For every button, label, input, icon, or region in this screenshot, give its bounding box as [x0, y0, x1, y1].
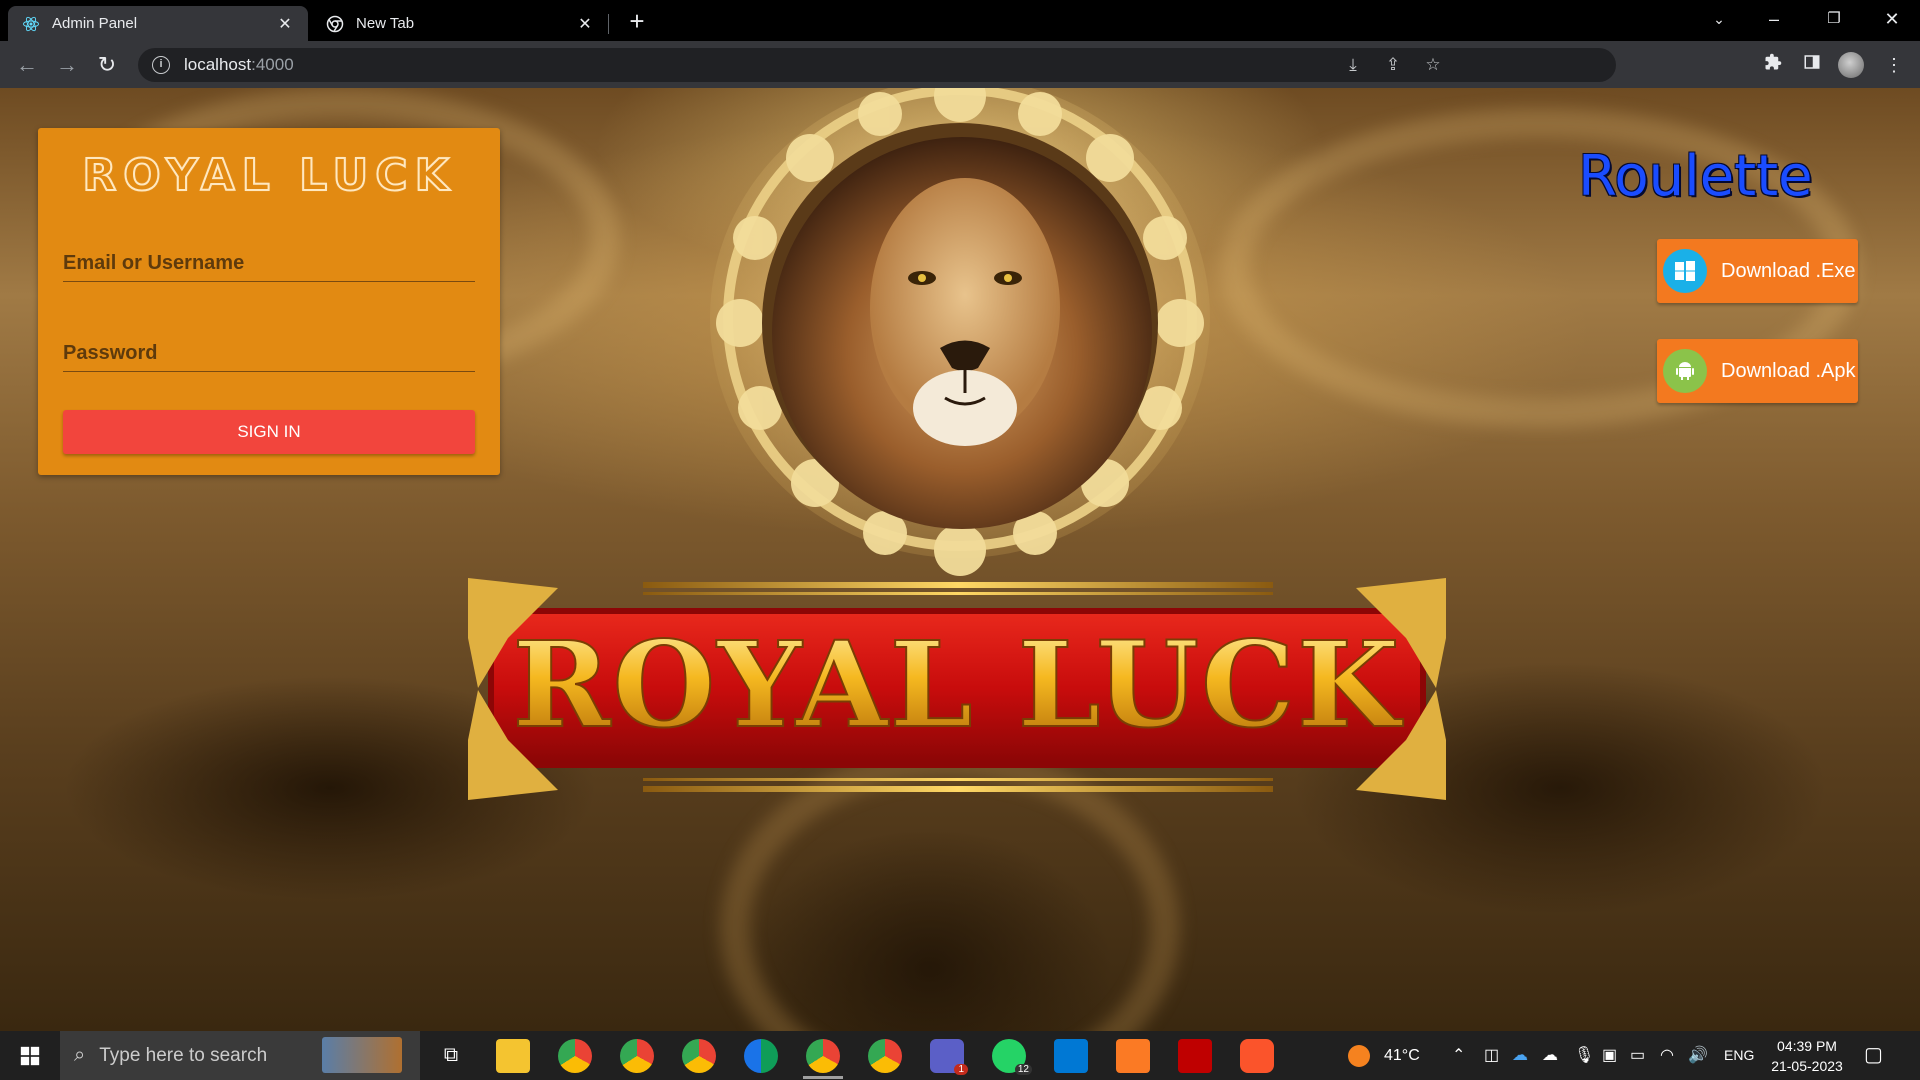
- back-arrow-icon[interactable]: ←: [12, 50, 42, 80]
- login-brand-title: ROYAL LUCK: [81, 149, 456, 202]
- lion-medallion-image: [710, 88, 1210, 576]
- sign-in-button[interactable]: SIGN IN: [63, 410, 475, 454]
- window-close-button[interactable]: ✕: [1864, 0, 1920, 41]
- chrome-profile-icon[interactable]: [620, 1039, 654, 1073]
- page-background: ROYAL LUCK SIGN IN: [0, 88, 1920, 1031]
- menu-kebab-icon[interactable]: ⋮: [1879, 50, 1909, 80]
- chrome-profile-icon[interactable]: [868, 1039, 902, 1073]
- clock[interactable]: 04:39 PM 21-05-2023: [1770, 1033, 1844, 1076]
- filezilla-icon[interactable]: [1178, 1039, 1212, 1073]
- tab-title: New Tab: [356, 15, 415, 32]
- file-explorer-icon[interactable]: [496, 1039, 530, 1073]
- royal-luck-banner: ROYAL LUCK: [468, 578, 1446, 800]
- weather-temperature[interactable]: 41°C: [1384, 1031, 1420, 1080]
- display-icon[interactable]: ▣: [1602, 1031, 1617, 1080]
- download-apk-label: Download .Apk: [1721, 359, 1856, 382]
- chrome-icon: [326, 15, 344, 33]
- clock-date: 21-05-2023: [1771, 1058, 1843, 1074]
- minimize-button[interactable]: –: [1746, 0, 1802, 41]
- tab-title: Admin Panel: [52, 15, 138, 32]
- teams-badge: 1: [954, 1064, 968, 1075]
- tab-separator: [608, 14, 609, 34]
- tab-search-icon[interactable]: ⌄: [1691, 0, 1747, 41]
- chrome-icon[interactable]: [806, 1039, 840, 1073]
- tray-overflow-chevron-icon[interactable]: ⌃: [1452, 1031, 1465, 1080]
- share-icon[interactable]: ⇪: [1378, 48, 1408, 82]
- password-input[interactable]: [63, 336, 475, 371]
- notification-icon[interactable]: ▢: [1864, 1031, 1883, 1080]
- download-exe-label: Download .Exe: [1721, 259, 1856, 282]
- download-apk-button[interactable]: Download .Apk: [1657, 339, 1858, 403]
- address-port: :4000: [251, 55, 294, 74]
- search-highlight-image: [322, 1037, 402, 1073]
- react-icon: [22, 15, 40, 33]
- address-host: localhost: [184, 55, 252, 74]
- whatsapp-icon[interactable]: 12: [992, 1039, 1032, 1075]
- whatsapp-badge: 12: [1014, 1064, 1032, 1075]
- windows-icon: [1663, 249, 1707, 293]
- site-info-icon[interactable]: i: [152, 56, 170, 74]
- vscode-icon[interactable]: [1054, 1039, 1088, 1073]
- edge-icon[interactable]: [744, 1039, 778, 1073]
- onedrive-personal-icon[interactable]: ☁: [1542, 1031, 1558, 1080]
- chrome-profile-icon[interactable]: [682, 1039, 716, 1073]
- username-field: [63, 246, 475, 282]
- side-panel-icon[interactable]: [1797, 50, 1827, 80]
- download-exe-button[interactable]: Download .Exe: [1657, 239, 1858, 303]
- new-tab-button[interactable]: +: [622, 6, 652, 36]
- weather-icon[interactable]: [1348, 1031, 1370, 1080]
- volume-icon[interactable]: 🔊: [1688, 1031, 1708, 1080]
- windows-start-icon[interactable]: [0, 1031, 60, 1080]
- battery-icon[interactable]: ▭: [1630, 1031, 1645, 1080]
- install-app-icon[interactable]: ⤓: [1338, 48, 1368, 82]
- browser-toolbar: ← → ↻ i localhost:4000 ⤓ ⇪ ☆ ⋮: [0, 41, 1920, 88]
- forward-arrow-icon[interactable]: →: [52, 50, 82, 80]
- reload-icon[interactable]: ↻: [92, 50, 122, 80]
- profile-avatar[interactable]: [1838, 52, 1864, 78]
- task-view-icon[interactable]: ⧉: [432, 1031, 470, 1080]
- close-tab-icon[interactable]: ✕: [576, 14, 594, 34]
- wifi-icon[interactable]: ◠: [1660, 1031, 1674, 1080]
- login-card: ROYAL LUCK SIGN IN: [38, 128, 500, 475]
- windows-taskbar: ⌕ Type here to search ⧉ 1 12 41°C ⌃ ◫ ☁ …: [0, 1031, 1920, 1080]
- restore-button[interactable]: ❐: [1806, 0, 1862, 41]
- tab-admin-panel[interactable]: Admin Panel ✕: [8, 6, 308, 41]
- chrome-profile-icon[interactable]: [558, 1039, 592, 1073]
- search-icon: ⌕: [74, 1044, 86, 1066]
- tab-new-tab[interactable]: New Tab ✕: [312, 6, 608, 41]
- active-app-indicator: [803, 1076, 843, 1079]
- onedrive-icon[interactable]: ☁: [1512, 1031, 1528, 1080]
- taskbar-search-placeholder: Type here to search: [99, 1044, 268, 1066]
- language-indicator[interactable]: ENG: [1724, 1031, 1754, 1080]
- extensions-puzzle-icon[interactable]: [1758, 50, 1788, 80]
- microphone-icon[interactable]: 🎙: [1574, 1031, 1594, 1080]
- bookmark-star-icon[interactable]: ☆: [1418, 48, 1448, 82]
- android-icon: [1663, 349, 1707, 393]
- password-field: [63, 336, 475, 372]
- close-tab-icon[interactable]: ✕: [276, 14, 294, 34]
- browser-tab-strip: Admin Panel ✕ New Tab ✕ + ⌄ – ❐ ✕: [0, 0, 1920, 41]
- xampp-icon[interactable]: [1116, 1039, 1150, 1073]
- roulette-title: Roulette: [1578, 144, 1813, 209]
- meet-now-icon[interactable]: ◫: [1484, 1031, 1499, 1080]
- username-input[interactable]: [63, 246, 475, 281]
- clock-time: 04:39 PM: [1777, 1038, 1837, 1054]
- brave-icon[interactable]: [1240, 1039, 1274, 1073]
- taskbar-search-box[interactable]: ⌕ Type here to search: [60, 1031, 420, 1080]
- banner-text: ROYAL LUCK: [512, 615, 1403, 754]
- teams-icon[interactable]: 1: [930, 1039, 968, 1075]
- address-bar[interactable]: i localhost:4000 ⤓ ⇪ ☆: [138, 48, 1616, 82]
